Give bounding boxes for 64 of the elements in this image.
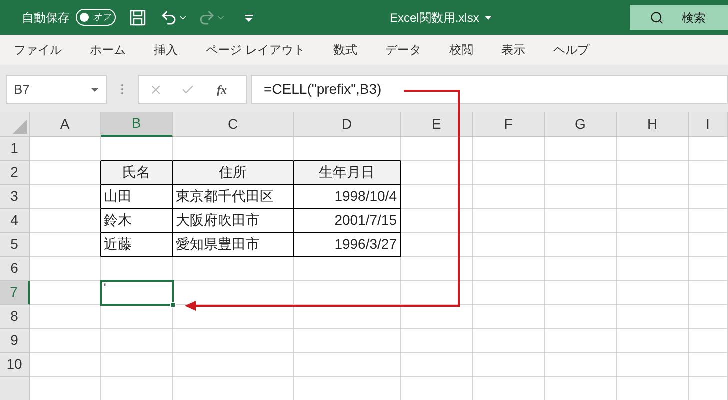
autosave-label: 自動保存 — [22, 10, 70, 26]
select-all-corner[interactable] — [0, 112, 30, 137]
column-header[interactable]: F — [473, 112, 545, 137]
column-header[interactable]: C — [173, 112, 294, 137]
triangle-icon — [13, 120, 27, 134]
table-cell-text: 山田 — [104, 187, 132, 206]
row-header[interactable] — [0, 377, 30, 400]
customize-icon[interactable] — [244, 12, 254, 22]
row-header[interactable]: 4 — [0, 209, 30, 233]
column-header[interactable]: I — [689, 112, 728, 137]
column-header[interactable]: G — [545, 112, 617, 137]
menu-tab[interactable]: データ — [385, 41, 422, 59]
menu-tab[interactable]: 表示 — [501, 41, 526, 59]
caret-icon[interactable] — [485, 16, 492, 20]
menu-tab[interactable]: ページ レイアウト — [206, 41, 306, 59]
table-cell-text: 1998/10/4 — [334, 187, 397, 206]
menu-tab[interactable]: ヘルプ — [553, 41, 590, 59]
grip-icon — [121, 84, 124, 95]
row-header[interactable]: 2 — [0, 161, 30, 185]
table-cell-text: 愛知県豊田市 — [176, 235, 260, 254]
table-cell-text: 大阪府吹田市 — [176, 211, 260, 230]
column-header[interactable]: E — [401, 112, 473, 137]
row-header[interactable]: 10 — [0, 353, 30, 377]
cell-text: ' — [104, 281, 106, 295]
grid-cell[interactable] — [30, 233, 101, 257]
window-title: Excel関数用.xlsx — [390, 10, 480, 26]
table-header-cell-text: 氏名 — [122, 163, 150, 182]
column-header[interactable]: D — [294, 112, 401, 137]
table-cell-text: 東京都千代田区 — [176, 187, 274, 206]
caret-icon — [91, 88, 99, 92]
redo-icon — [198, 8, 216, 26]
formula-field[interactable]: =CELL("prefix",B3) — [251, 75, 728, 104]
table-header-cell-text: 生年月日 — [319, 163, 375, 182]
column-header[interactable]: H — [617, 112, 689, 137]
table-cell-text: 鈴木 — [104, 211, 132, 230]
grid-cell[interactable] — [30, 209, 101, 233]
column-header[interactable]: A — [30, 112, 101, 137]
menu-tab[interactable]: ホーム — [90, 41, 126, 59]
menu-tab[interactable]: ファイル — [14, 41, 62, 59]
search-box[interactable]: 検索 — [630, 5, 728, 30]
row-header[interactable]: 9 — [0, 329, 30, 353]
row-header[interactable]: 6 — [0, 257, 30, 281]
active-cell[interactable]: ' — [101, 281, 173, 305]
fill-handle[interactable] — [170, 302, 176, 308]
column-header[interactable]: B — [101, 112, 173, 137]
table-cell-text: 近藤 — [104, 235, 132, 254]
table-header-cell-text: 住所 — [219, 163, 247, 182]
undo-icon[interactable] — [160, 8, 178, 26]
name-box[interactable]: B7 — [6, 75, 107, 104]
autosave-toggle[interactable]: オフ — [76, 9, 116, 26]
row-header[interactable]: 3 — [0, 185, 30, 209]
row-header[interactable]: 7 — [0, 281, 30, 305]
row-header[interactable]: 5 — [0, 233, 30, 257]
insert-function-button[interactable]: fx — [217, 80, 227, 98]
menu-tab[interactable]: 校閲 — [449, 41, 474, 59]
row-header[interactable]: 8 — [0, 305, 30, 329]
menu-tab[interactable]: 数式 — [333, 41, 358, 59]
search-icon — [650, 10, 664, 24]
row-header[interactable]: 1 — [0, 137, 30, 161]
save-icon[interactable] — [130, 10, 146, 26]
table-cell-text: 1996/3/27 — [334, 235, 397, 254]
menu-tab[interactable]: 挿入 — [154, 41, 178, 59]
grid-cell[interactable] — [30, 185, 101, 209]
table-cell-text: 2001/7/15 — [334, 211, 397, 230]
